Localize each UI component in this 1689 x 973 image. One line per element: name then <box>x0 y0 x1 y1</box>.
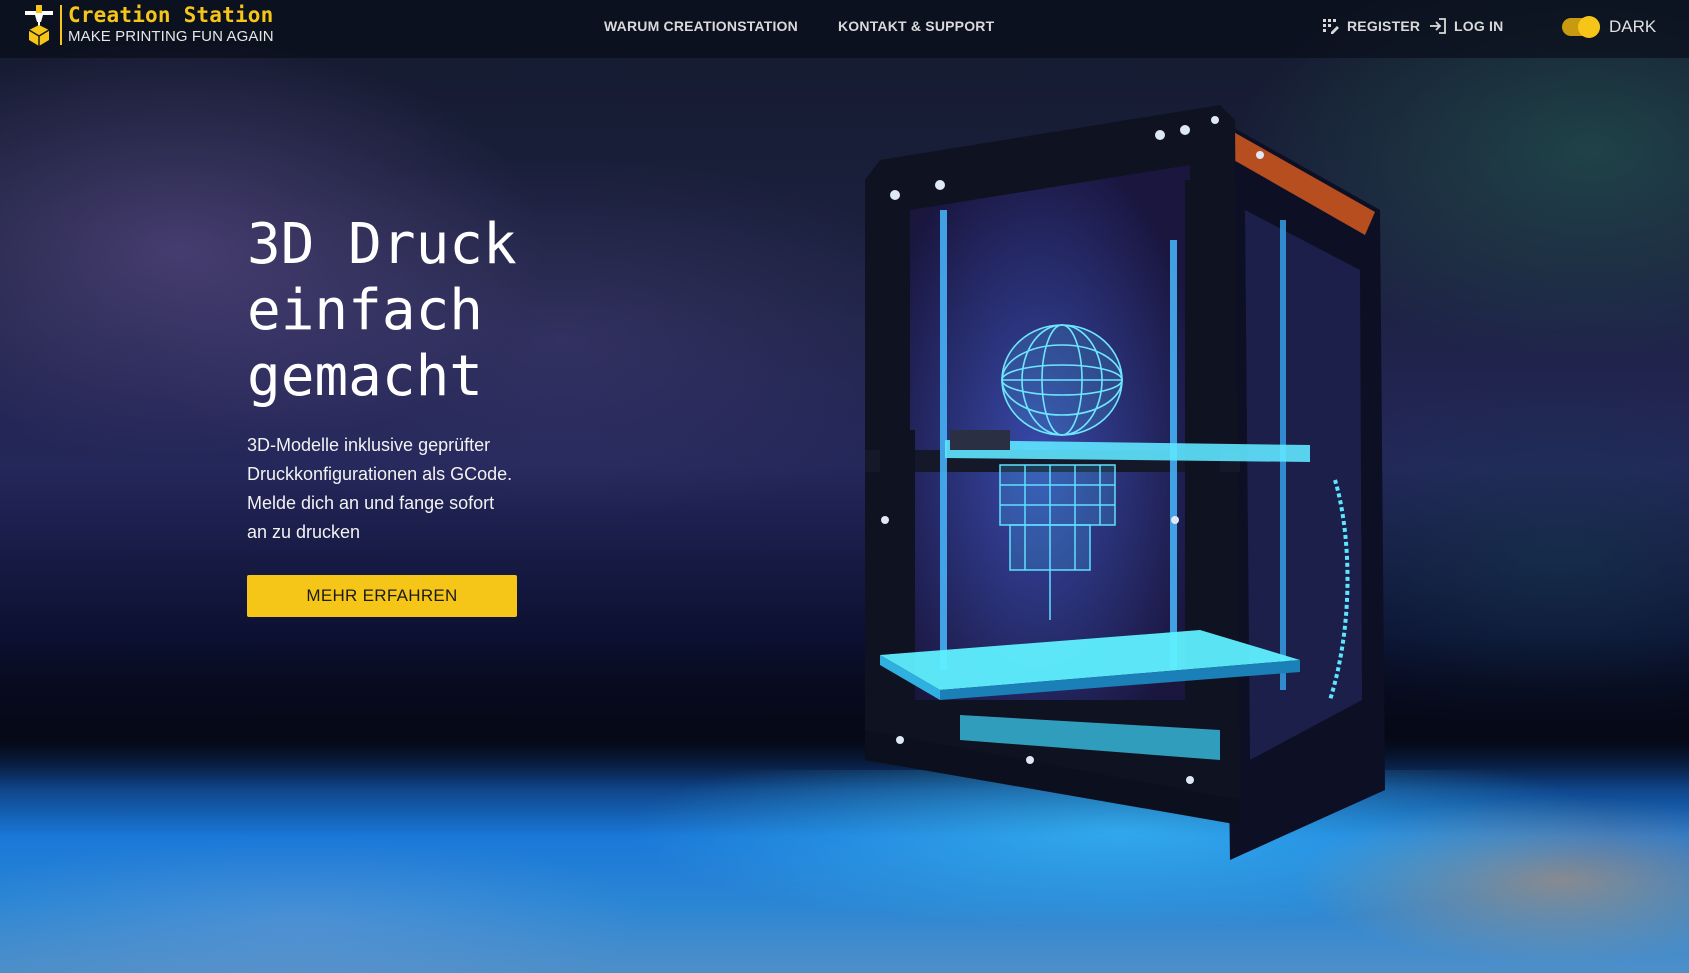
dark-mode-toggle[interactable]: DARK <box>1562 16 1657 38</box>
nav-link-warum-creationstation[interactable]: WARUM CREATIONSTATION <box>604 18 798 34</box>
register-link[interactable]: REGISTER <box>1322 17 1420 35</box>
login-link[interactable]: LOG IN <box>1429 17 1503 35</box>
nav-link-kontakt-support[interactable]: KONTAKT & SUPPORT <box>838 18 994 34</box>
login-icon <box>1430 18 1446 34</box>
hero-title: 3D Druck einfach gemacht <box>247 212 607 410</box>
3d-printer-illustration <box>865 105 1385 860</box>
brand-divider <box>60 5 62 45</box>
printer-nozzle-logo-icon <box>25 5 53 46</box>
toggle-knob <box>1578 16 1600 38</box>
top-header: Creation Station MAKE PRINTING FUN AGAIN… <box>0 0 1689 58</box>
hero-description-line: Druckkonfigurationen als GCode. <box>247 464 513 484</box>
hero-description-line: Melde dich an und fange sofort <box>247 493 495 513</box>
brand-text: Creation Station MAKE PRINTING FUN AGAIN <box>68 2 274 46</box>
mehr-erfahren-button[interactable]: MEHR ERFAHREN <box>247 575 517 617</box>
hero-title-line: gemacht <box>247 344 484 409</box>
register-icon <box>1323 19 1339 34</box>
hero-title-line: 3D Druck <box>247 212 517 277</box>
brand-title: Creation Station <box>68 3 274 27</box>
brand-tagline: MAKE PRINTING FUN AGAIN <box>68 28 274 45</box>
toggle-label: DARK <box>1609 17 1657 36</box>
hero-description-line: an zu drucken <box>247 522 361 542</box>
hero-description-line: 3D-Modelle inklusive geprüfter <box>247 435 491 455</box>
login-label: LOG IN <box>1454 18 1504 34</box>
landing-page: Creation Station MAKE PRINTING FUN AGAIN… <box>0 0 1689 973</box>
hero-description: 3D-Modelle inklusive geprüfter Druckkonf… <box>247 431 537 547</box>
toggle-track[interactable] <box>1562 16 1600 38</box>
register-label: REGISTER <box>1347 18 1421 34</box>
brand-home-link[interactable]: Creation Station MAKE PRINTING FUN AGAIN <box>22 2 274 50</box>
hero-title-line: einfach <box>247 278 484 343</box>
